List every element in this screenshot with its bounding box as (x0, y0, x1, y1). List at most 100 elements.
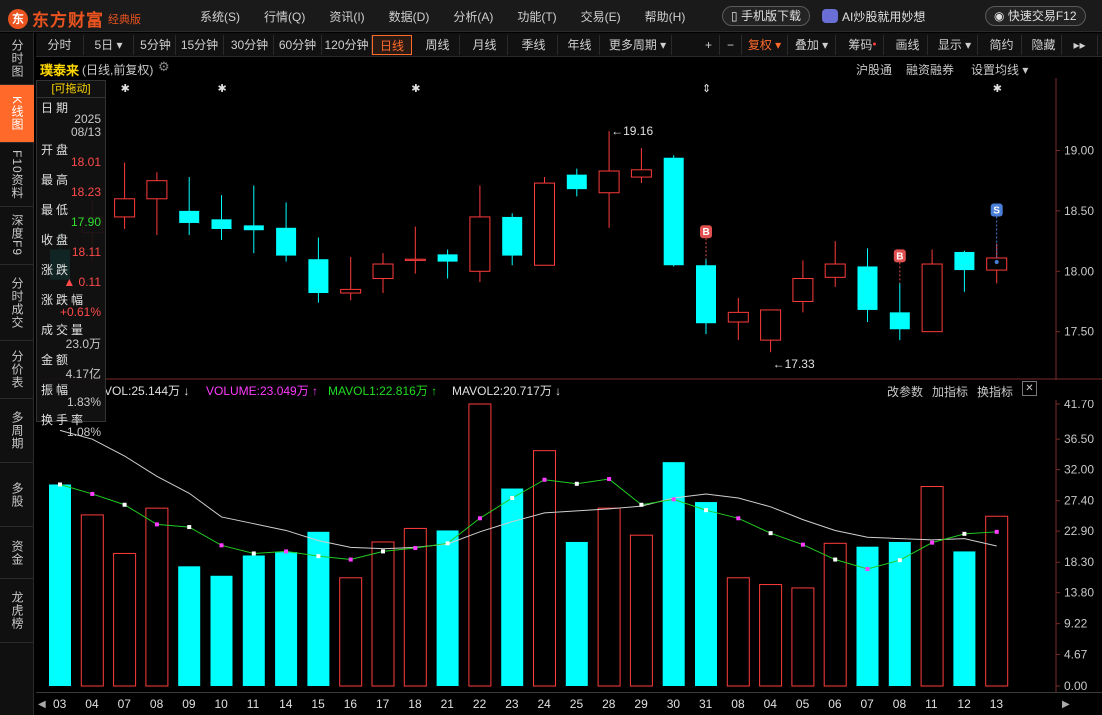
volume-tick-label: 18.30 (1064, 555, 1094, 569)
period-tab[interactable]: 15分钟 (176, 35, 224, 55)
date-tick-label: 11 (247, 697, 260, 711)
zoom-in-button[interactable]: + (698, 35, 720, 55)
period-tab[interactable]: 30分钟 (226, 35, 274, 55)
sidebar-item[interactable]: 分时图 (0, 33, 34, 85)
candle (437, 249, 458, 279)
period-tab[interactable]: 月线 (462, 35, 508, 55)
margin-trading-link[interactable]: 融资融券 (906, 61, 954, 78)
sidebar-item-label: 资金 (10, 539, 24, 566)
volume-point (316, 554, 321, 559)
more-arrow-icon[interactable]: ▸▸ (1062, 35, 1098, 55)
info-row: 涨跌幅 +0.61% (37, 290, 105, 320)
volume-point (574, 481, 579, 486)
sidebar-item[interactable]: 龙虎榜 (0, 579, 34, 643)
period-tab[interactable]: 5分钟 (136, 35, 176, 55)
period-tab[interactable]: 周线 (416, 35, 460, 55)
info-row: 日期202508/1308/13 (37, 98, 105, 140)
quick-trade-button[interactable]: ◉ 快速交易F12 (985, 6, 1086, 26)
period-tab[interactable]: 日线 (372, 35, 412, 55)
menu-item[interactable]: 数据(D) (389, 8, 430, 25)
sell-marker-label: S (993, 205, 1000, 216)
display-button[interactable]: 显示 ▾ (932, 35, 978, 55)
sidebar-item[interactable]: K线图 (0, 85, 34, 143)
volume-point (671, 497, 676, 502)
candle (502, 213, 523, 266)
sidebar-item[interactable]: 多股 (0, 463, 34, 527)
chips-button[interactable]: 筹码● (842, 35, 884, 55)
gear-icon[interactable]: ⚙ (158, 59, 170, 75)
add-indicator-button[interactable]: 加指标 (932, 383, 968, 400)
candle (179, 177, 200, 236)
menu-item[interactable]: 帮助(H) (645, 8, 686, 25)
sidebar-item-label: 分时成交 (10, 276, 24, 329)
menu-item[interactable]: 行情(Q) (264, 8, 305, 25)
price-tick-label: 19.00 (1064, 143, 1094, 157)
sidebar-item-label: 龙虎榜 (10, 591, 24, 630)
fuquan-button[interactable]: 复权 ▾ (742, 35, 788, 55)
volume-bar (371, 541, 395, 687)
candle-body (986, 257, 1008, 271)
quick-trade-label: 快速交易F12 (1007, 9, 1077, 23)
volume-bar (49, 484, 71, 686)
volume-bar (597, 507, 621, 687)
candle (824, 241, 846, 287)
ai-assistant-link[interactable]: AI炒股就用妙想 (822, 8, 925, 25)
volume-tick-label: 36.50 (1064, 432, 1094, 446)
overlay-button[interactable]: 叠加 ▾ (788, 35, 836, 55)
edit-params-button[interactable]: 改参数 (887, 383, 923, 400)
candle-body (308, 259, 329, 294)
menu-item[interactable]: 交易(E) (581, 8, 621, 25)
zoom-out-button[interactable]: − (720, 35, 742, 55)
volume-bar (791, 587, 815, 687)
period-tab[interactable]: 120分钟 (322, 35, 372, 55)
volume-bar (629, 534, 653, 687)
candle (727, 297, 749, 341)
display-button-label: 显示 (937, 38, 962, 52)
sidebar-item-label: K线图 (10, 95, 24, 131)
switch-indicator-button[interactable]: 换指标 (977, 383, 1013, 400)
hide-button[interactable]: 隐藏 (1026, 35, 1062, 55)
info-label: 开盘 (41, 143, 72, 157)
sidebar-item-label: 多周期 (10, 411, 24, 450)
sidebar-item[interactable]: 资金 (0, 527, 34, 579)
sidebar-item[interactable]: 多周期 (0, 399, 34, 463)
period-tab[interactable]: 季线 (510, 35, 558, 55)
menu-item[interactable]: 分析(A) (453, 8, 493, 25)
menu-item[interactable]: 资讯(I) (329, 8, 364, 25)
volume-tick-label: 22.90 (1064, 524, 1094, 538)
date-tick-label: 25 (570, 697, 584, 711)
date-tick-label: 16 (344, 697, 358, 711)
sidebar-item[interactable]: 深度F9 (0, 207, 34, 265)
quick-trade-icon: ◉ (994, 9, 1005, 23)
period-tab[interactable]: 更多周期 ▾ (604, 35, 672, 55)
chart-title-bar: 璞泰来 (日线,前复权) ⚙ 沪股通 融资融券 设置均线 ▾ (36, 58, 1036, 78)
close-icon[interactable]: ✕ (1022, 381, 1037, 396)
candle (857, 248, 878, 323)
candle-body (469, 216, 491, 272)
simple-mode-button[interactable]: 简约 (982, 35, 1022, 55)
mobile-download-button[interactable]: ▯ 手机版下载 (722, 6, 810, 26)
period-tab-label: 季线 (521, 38, 546, 52)
hk-connect-link[interactable]: 沪股通 (856, 61, 892, 78)
sidebar-item[interactable]: 分价表 (0, 341, 34, 399)
sidebar-item[interactable]: F10资料 (0, 143, 34, 207)
draw-line-button[interactable]: 画线 (888, 35, 928, 55)
candle-body (760, 309, 782, 341)
volume-bar (565, 541, 588, 686)
chevron-down-icon: ▾ (818, 38, 829, 52)
quote-info-panel[interactable]: [可拖动] 日期202508/1308/13开盘18.01最高18.23最低17… (36, 80, 106, 439)
info-value: 17.90 (70, 215, 101, 229)
menu-item[interactable]: 系统(S) (200, 8, 240, 25)
left-sidebar: 分时图 K线图 F10资料 深度F9 分时成交分价表多周期多股资金龙虎榜 (0, 33, 34, 715)
sidebar-item[interactable]: 分时成交 (0, 265, 34, 341)
set-ma-link[interactable]: 设置均线 ▾ (971, 61, 1028, 78)
period-tab[interactable]: 5日 ▾ (84, 35, 134, 55)
kline-chart[interactable]: 19.00 18.50 18.00 17.50 ✱ ✱ ✱ ✱ ⇕ B B S ←19.16 ←17.33 (36, 78, 1102, 380)
candle (146, 172, 168, 236)
period-tab[interactable]: 年线 (560, 35, 600, 55)
period-tab[interactable]: 60分钟 (274, 35, 322, 55)
menu-item[interactable]: 功能(T) (517, 8, 556, 25)
volume-chart[interactable]: 41.70 36.50 32.00 27.40 22.90 18.30 13.80 9.22 4… (36, 400, 1102, 692)
robot-icon (822, 9, 838, 23)
period-tab[interactable]: 分时 (36, 35, 84, 55)
